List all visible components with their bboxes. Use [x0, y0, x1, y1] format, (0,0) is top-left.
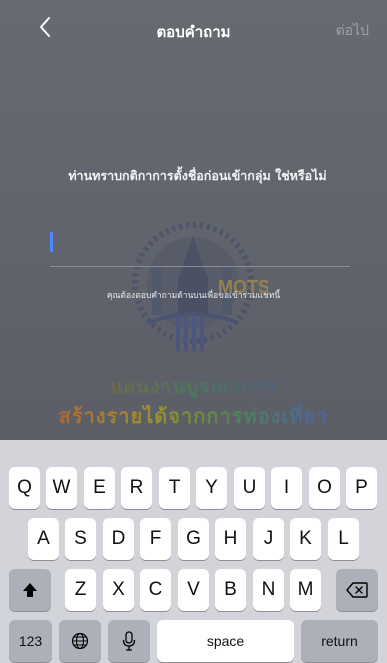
key-k[interactable]: K: [290, 518, 321, 560]
key-i[interactable]: I: [271, 467, 302, 509]
next-button[interactable]: ต่อไป: [336, 20, 369, 42]
space-key[interactable]: space: [157, 620, 294, 662]
key-f[interactable]: F: [140, 518, 171, 560]
watermark-line-1: แผนงานบูรณาการ: [0, 372, 387, 402]
nav-bar: ตอบคำถาม ต่อไป: [0, 0, 387, 60]
text-cursor: [50, 232, 53, 252]
key-c[interactable]: C: [140, 569, 171, 611]
key-s[interactable]: S: [65, 518, 96, 560]
key-v[interactable]: V: [178, 569, 209, 611]
answer-input[interactable]: [50, 226, 354, 262]
microphone-icon: [122, 631, 136, 651]
key-w[interactable]: W: [46, 467, 77, 509]
shift-key[interactable]: [9, 569, 51, 611]
key-m[interactable]: M: [290, 569, 321, 611]
globe-key[interactable]: [59, 620, 101, 662]
key-x[interactable]: X: [103, 569, 134, 611]
input-underline: [50, 266, 350, 267]
key-j[interactable]: J: [253, 518, 284, 560]
keyboard: Q W E R T Y U I O P A S D F G H J K L Z …: [0, 440, 387, 663]
key-o[interactable]: O: [309, 467, 340, 509]
key-g[interactable]: G: [178, 518, 209, 560]
key-d[interactable]: D: [103, 518, 134, 560]
key-q[interactable]: Q: [9, 467, 40, 509]
numbers-key[interactable]: 123: [9, 620, 52, 662]
key-l[interactable]: L: [328, 518, 359, 560]
key-z[interactable]: Z: [65, 569, 96, 611]
key-r[interactable]: R: [121, 467, 152, 509]
key-t[interactable]: T: [159, 467, 190, 509]
key-n[interactable]: N: [253, 569, 284, 611]
delete-icon: [346, 582, 368, 598]
key-y[interactable]: Y: [196, 467, 227, 509]
key-h[interactable]: H: [215, 518, 246, 560]
key-u[interactable]: U: [234, 467, 265, 509]
key-e[interactable]: E: [84, 467, 115, 509]
watermark-line-2: สร้างรายได้จากการท่องเที่ยว: [0, 400, 387, 432]
key-a[interactable]: A: [28, 518, 59, 560]
microphone-key[interactable]: [108, 620, 150, 662]
delete-key[interactable]: [336, 569, 378, 611]
answer-hint: คุณต้องตอบคำถามด้านบนเพื่อขอเข้าร่วมแชทน…: [106, 291, 281, 301]
key-b[interactable]: B: [215, 569, 246, 611]
key-p[interactable]: P: [346, 467, 377, 509]
return-key[interactable]: return: [301, 620, 378, 662]
globe-icon: [71, 632, 89, 650]
shift-icon: [23, 583, 37, 597]
screen: M O T S แผนงานบูรณาการ สร้างรายได้จากการท่อ…: [0, 0, 387, 663]
page-title: ตอบคำถาม: [156, 23, 231, 41]
question-text: ท่านทราบกติกาการตั้งชื่อก่อนเข้ากลุ่ม ใช…: [68, 168, 327, 183]
